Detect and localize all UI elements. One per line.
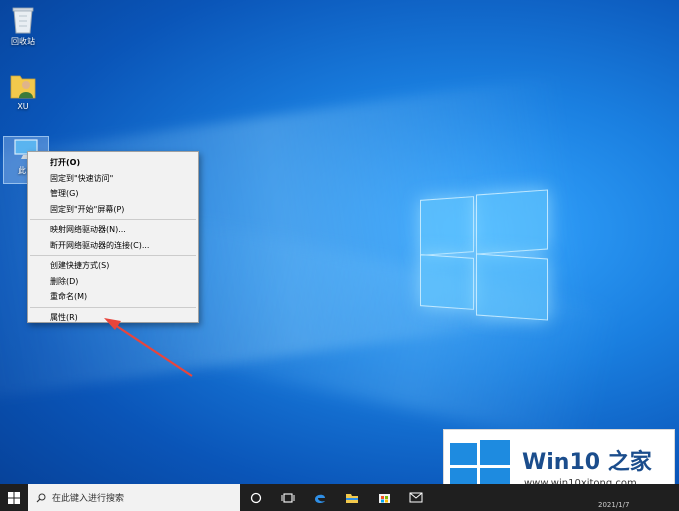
store-button[interactable] bbox=[368, 484, 400, 511]
desktop-icon-label: 回收站 bbox=[11, 37, 35, 46]
start-icon bbox=[8, 491, 20, 504]
taskbar-search-box[interactable]: 在此键入进行搜索 bbox=[28, 484, 240, 511]
cortana-button[interactable] bbox=[240, 484, 272, 511]
task-view-icon bbox=[281, 492, 295, 503]
logo-pane-tr bbox=[476, 189, 548, 255]
taskbar-clock[interactable]: 2021/1/7 bbox=[598, 501, 629, 509]
taskbar: 在此键入进行搜索 bbox=[0, 484, 679, 511]
menu-item-disconnect-network-drive[interactable]: 断开网络驱动器的连接(C)... bbox=[28, 238, 198, 254]
file-explorer-icon bbox=[346, 493, 358, 503]
menu-item-properties[interactable]: 属性(R) bbox=[28, 310, 198, 326]
mail-button[interactable] bbox=[400, 484, 432, 511]
desktop-icon-recycle-bin[interactable]: 回收站 bbox=[3, 4, 43, 47]
desktop-icon-user-folder[interactable]: XU bbox=[3, 70, 43, 111]
menu-item-open[interactable]: 打开(O) bbox=[28, 155, 198, 171]
start-button[interactable] bbox=[0, 484, 28, 511]
menu-item-rename[interactable]: 重命名(M) bbox=[28, 289, 198, 305]
menu-separator bbox=[30, 255, 196, 256]
edge-icon bbox=[315, 494, 325, 503]
menu-item-pin-quick-access[interactable]: 固定到"快速访问" bbox=[28, 171, 198, 187]
watermark-title: Win10 之家 bbox=[522, 444, 652, 476]
store-icon bbox=[378, 494, 390, 503]
desktop: 回收站 XU 此电 打开(O) 固定到"快速访问" 管理(G) 固定到"开始"屏… bbox=[0, 0, 679, 484]
menu-item-create-shortcut[interactable]: 创建快捷方式(S) bbox=[28, 258, 198, 274]
cortana-icon bbox=[250, 492, 262, 503]
search-icon bbox=[36, 493, 46, 502]
mail-icon bbox=[409, 492, 423, 503]
desktop-icon-label: XU bbox=[17, 102, 29, 111]
menu-separator bbox=[30, 219, 196, 220]
edge-button[interactable] bbox=[304, 484, 336, 511]
wallpaper-windows-logo bbox=[420, 189, 550, 321]
menu-item-pin-start[interactable]: 固定到"开始"屏幕(P) bbox=[28, 202, 198, 218]
search-placeholder: 在此键入进行搜索 bbox=[52, 494, 125, 504]
context-menu: 打开(O) 固定到"快速访问" 管理(G) 固定到"开始"屏幕(P) 映射网络驱… bbox=[27, 151, 199, 323]
task-view-button[interactable] bbox=[272, 484, 304, 511]
recycle-bin-icon bbox=[12, 7, 34, 34]
file-explorer-button[interactable] bbox=[336, 484, 368, 511]
menu-item-manage[interactable]: 管理(G) bbox=[28, 186, 198, 202]
watermark-title-cn: 之家 bbox=[607, 450, 652, 475]
user-folder-icon bbox=[10, 75, 36, 99]
logo-pane-bl bbox=[420, 254, 474, 310]
menu-separator bbox=[30, 306, 196, 308]
logo-pane-br bbox=[476, 253, 548, 321]
menu-item-map-network-drive[interactable]: 映射网络驱动器(N)... bbox=[28, 222, 198, 238]
menu-item-delete[interactable]: 删除(D) bbox=[28, 274, 198, 290]
logo-pane-tl bbox=[420, 196, 474, 256]
watermark-title-win10: Win10 bbox=[522, 450, 601, 475]
